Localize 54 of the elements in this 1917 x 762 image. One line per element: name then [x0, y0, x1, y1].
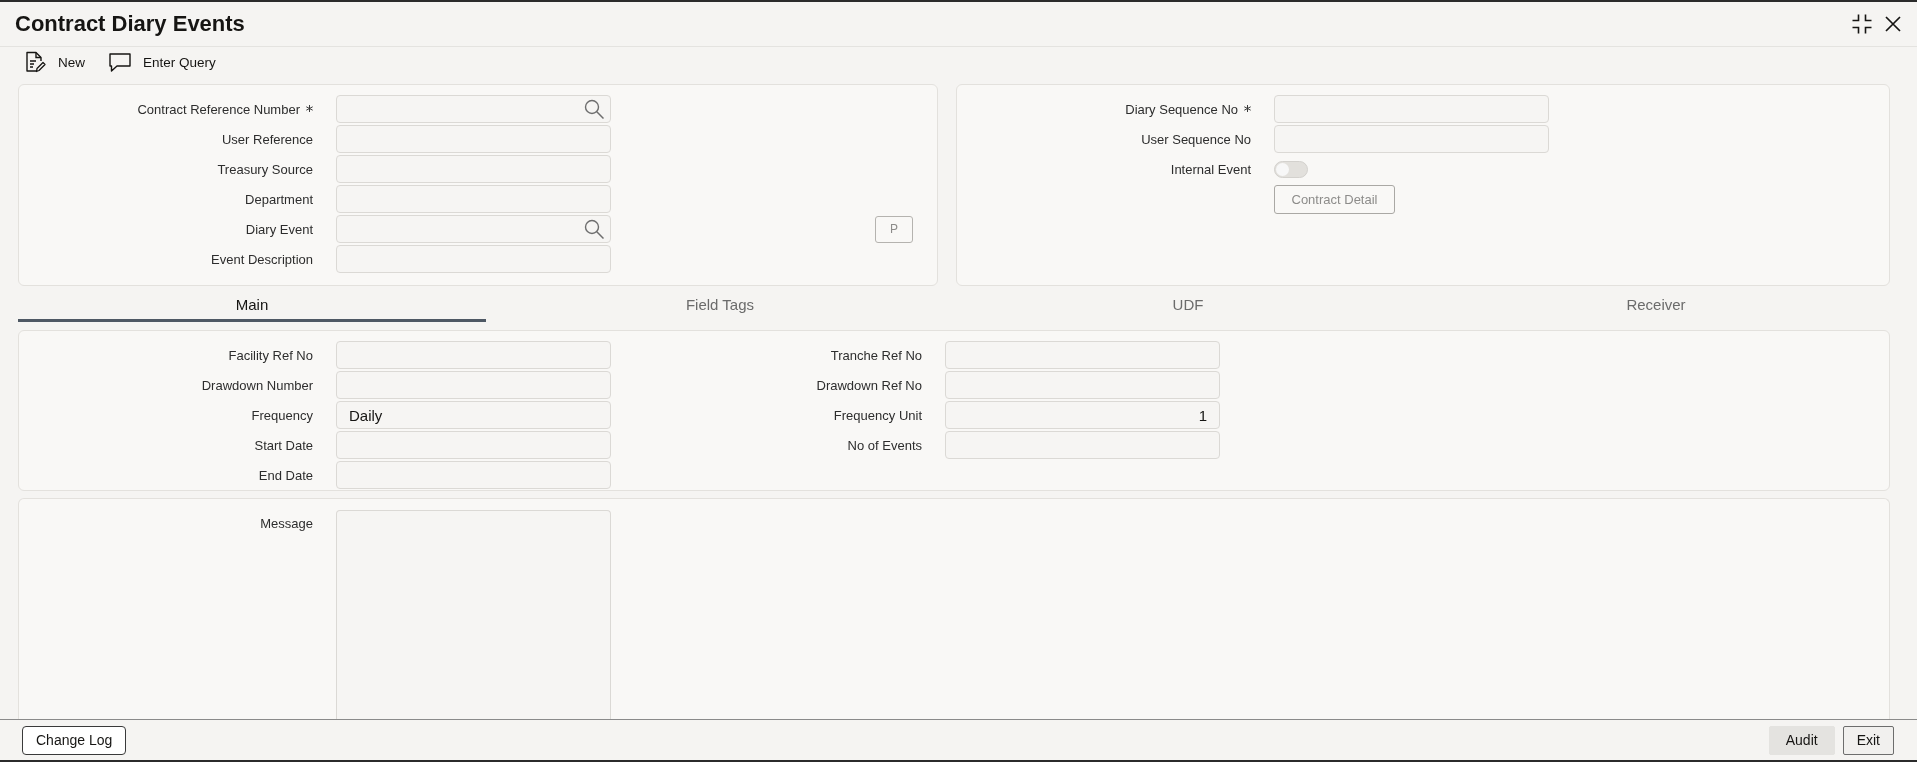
text-field[interactable] — [336, 461, 611, 489]
field-label: Facility Ref No — [228, 347, 313, 363]
field-label: Drawdown Number — [201, 377, 313, 393]
text-field[interactable]: Daily — [336, 401, 611, 429]
toggle-switch[interactable] — [1274, 160, 1308, 178]
text-field[interactable] — [336, 371, 611, 399]
lookup-field[interactable] — [336, 95, 611, 123]
window-title: Contract Diary Events — [15, 11, 245, 37]
close-icon[interactable] — [1885, 16, 1901, 32]
document-edit-icon — [24, 51, 46, 73]
text-field[interactable] — [336, 431, 611, 459]
text-field[interactable] — [945, 371, 1220, 399]
field-label: Tranche Ref No — [830, 347, 922, 363]
number-field[interactable]: 1 — [945, 401, 1220, 429]
field-label: Contract Reference Number — [137, 101, 300, 117]
footer-button[interactable]: Change Log — [22, 725, 127, 755]
toolbar-button[interactable]: Enter Query — [109, 52, 216, 72]
text-field[interactable] — [1274, 95, 1549, 123]
tab[interactable]: UDF — [954, 290, 1422, 322]
text-field[interactable] — [336, 245, 611, 273]
field-label: User Sequence No — [1141, 131, 1251, 147]
field-label: End Date — [258, 467, 313, 483]
footer-button[interactable]: Exit — [1842, 725, 1894, 755]
text-field[interactable] — [336, 155, 611, 183]
text-field[interactable] — [336, 185, 611, 213]
speech-bubble-icon — [109, 52, 131, 72]
text-field[interactable] — [945, 341, 1220, 369]
field-label: Start Date — [254, 437, 313, 453]
text-field[interactable] — [336, 341, 611, 369]
search-icon[interactable] — [584, 99, 604, 119]
field-label: No of Events — [847, 437, 922, 453]
tab[interactable]: Receiver — [1422, 290, 1890, 322]
collapse-icon[interactable] — [1852, 14, 1872, 34]
footer-button[interactable]: Audit — [1768, 725, 1835, 755]
field-label: Frequency — [251, 407, 313, 423]
text-field[interactable] — [336, 125, 611, 153]
text-field[interactable] — [1274, 125, 1549, 153]
field-label: Treasury Source — [217, 161, 313, 177]
toolbar-button[interactable]: New — [24, 51, 85, 73]
search-icon[interactable] — [584, 219, 604, 239]
lookup-field[interactable] — [336, 215, 611, 243]
field-label: Diary Sequence No — [1125, 101, 1238, 117]
field-label: Internal Event — [1170, 161, 1251, 177]
text-field[interactable] — [945, 431, 1220, 459]
field-label: Frequency Unit — [833, 407, 922, 423]
field-label: Department — [245, 191, 313, 207]
tab[interactable]: Field Tags — [486, 290, 954, 322]
message-field[interactable] — [336, 510, 611, 719]
field-label: Drawdown Ref No — [816, 377, 922, 393]
field-label: Event Description — [211, 251, 313, 267]
field-label: Diary Event — [245, 221, 313, 237]
field-label: Message — [260, 516, 313, 531]
tab[interactable]: Main — [18, 290, 486, 322]
field-label: User Reference — [221, 131, 313, 147]
